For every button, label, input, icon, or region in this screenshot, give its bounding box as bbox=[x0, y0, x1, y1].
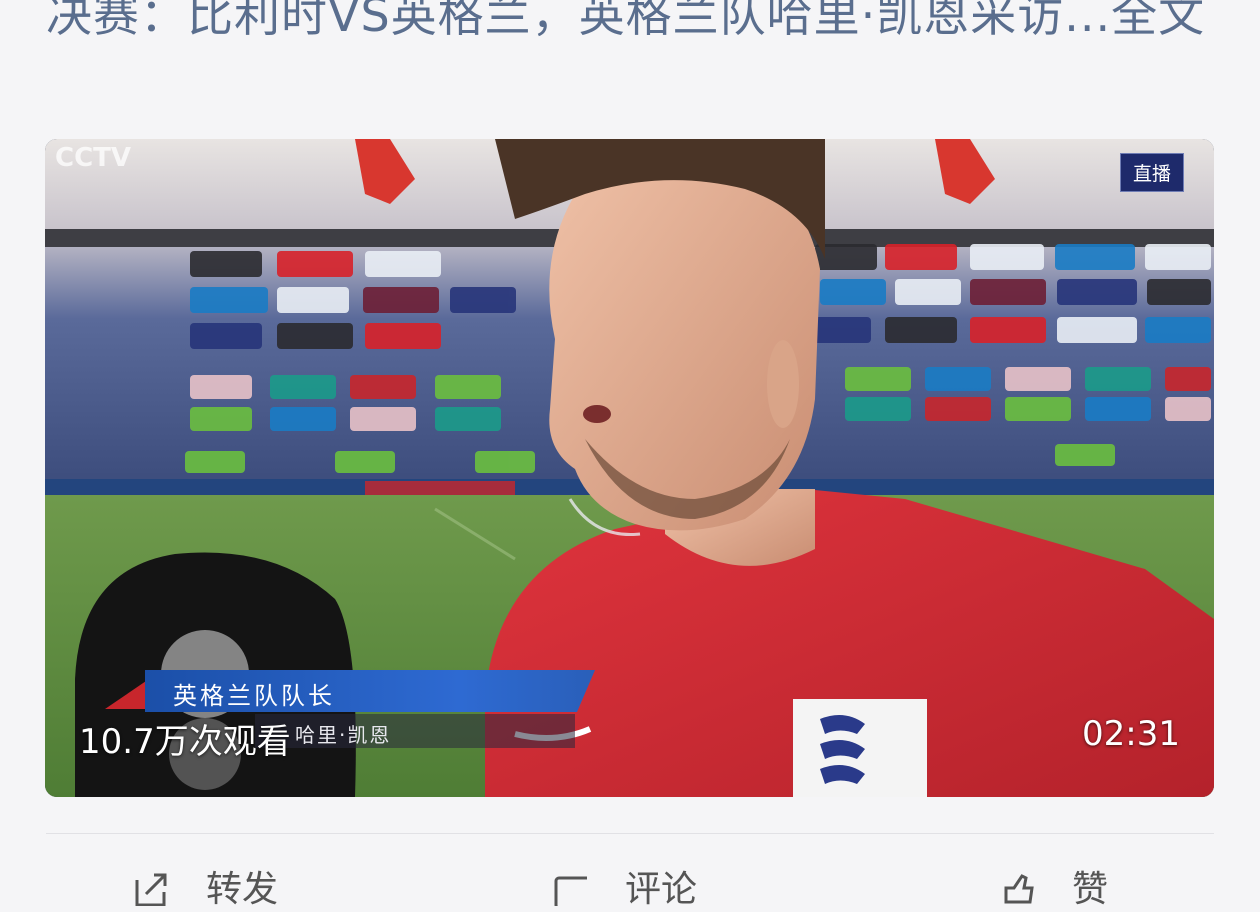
comment-label: 评论 bbox=[625, 869, 698, 910]
share-label: 转发 bbox=[206, 869, 279, 910]
divider bbox=[46, 833, 1214, 834]
like-icon bbox=[1004, 874, 1034, 904]
article-title[interactable]: 决赛：比利时VS英格兰，英格兰队哈里·凯恩采访...全文 bbox=[46, 0, 1216, 46]
video-duration: 02:31 bbox=[1082, 714, 1180, 754]
video-player[interactable]: CCTV 直播 英格兰队队长 哈里·凯恩 10.7万次观看 02:31 bbox=[45, 139, 1214, 797]
caption-title: 英格兰队队长 bbox=[173, 682, 335, 710]
live-badge: 直播 bbox=[1119, 153, 1184, 192]
caption-name: 哈里·凯恩 bbox=[295, 723, 392, 747]
channel-logo: CCTV bbox=[55, 143, 132, 173]
like-label: 赞 bbox=[1072, 869, 1109, 910]
comment-icon bbox=[554, 876, 587, 906]
view-count: 10.7万次观看 bbox=[79, 722, 291, 762]
share-icon bbox=[135, 873, 167, 906]
